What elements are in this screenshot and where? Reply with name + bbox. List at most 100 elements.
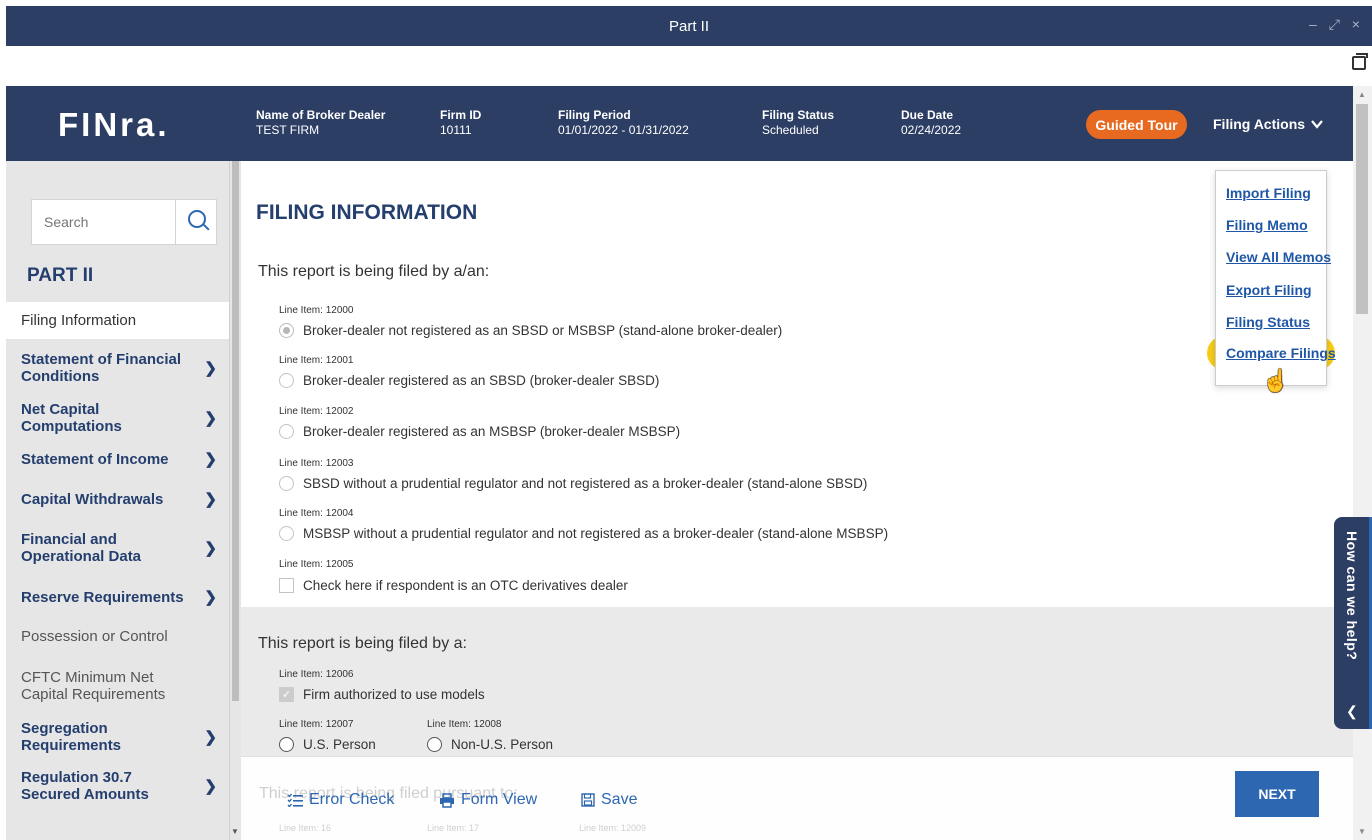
filing-actions-menu[interactable]: Filing Actions [1213,116,1323,132]
chevron-left-icon: ❮ [1346,703,1358,719]
header-field-filing-status: Filing Status Scheduled [762,108,834,138]
menu-item-filing-status[interactable]: Filing Status [1226,314,1310,330]
sidebar-item-regulation-30-7[interactable]: Regulation 30.7 Secured Amounts ❯ [6,757,229,815]
save-button[interactable]: Save [581,791,637,809]
error-check-button[interactable]: Error Check [287,791,394,809]
header-field-label: Filing Period [558,108,631,122]
scroll-down-arrow-icon[interactable]: ▼ [1358,827,1366,836]
radio-button[interactable] [279,526,294,541]
checklist-icon [287,793,303,807]
sidebar: PART II Filing Information Statement of … [6,161,229,840]
error-check-label: Error Check [309,791,395,808]
filing-actions-label: Filing Actions [1213,116,1306,132]
help-tab[interactable]: How can we help? ❮ [1334,517,1372,729]
header-field-label: Due Date [901,108,954,122]
radio-option-12004[interactable]: MSBSP without a prudential regulator and… [279,526,888,541]
radio-button[interactable] [279,737,294,752]
sidebar-item-filing-information[interactable]: Filing Information [6,302,229,339]
sidebar-item-label: Regulation 30.7 Secured Amounts [21,769,149,803]
radio-option-12000[interactable]: Broker-dealer not registered as an SBSD … [279,323,782,338]
section-filed-by-a-an: FILING INFORMATION This report is being … [241,161,1353,607]
radio-button[interactable] [279,476,294,491]
header-field-due-date: Due Date 02/24/2022 [901,108,961,138]
window-controls[interactable]: – ⤢ × [1309,16,1364,33]
search-input[interactable] [32,200,172,244]
chevron-right-icon: ❯ [204,778,217,795]
radio-option-non-us-person[interactable]: Non-U.S. Person [427,737,553,752]
radio-button[interactable] [279,323,294,338]
sidebar-item-statement-of-income[interactable]: Statement of Income ❯ [6,439,229,479]
window-titlebar: Part II – ⤢ × [6,6,1372,46]
line-item-label: Line Item: 12006 [279,669,354,680]
chevron-right-icon: ❯ [204,410,217,427]
sidebar-item-label: Segregation Requirements [21,720,122,754]
scroll-up-arrow-icon[interactable]: ▲ [1358,90,1366,99]
sidebar-scrollbar-thumb[interactable] [232,161,239,701]
sidebar-item-reserve-requirements[interactable]: Reserve Requirements ❯ [6,577,229,617]
radio-option-12001[interactable]: Broker-dealer registered as an SBSD (bro… [279,373,659,388]
menu-item-compare-filings[interactable]: Compare Filings [1226,345,1336,361]
line-item-label: Line Item: 12008 [427,719,502,730]
filing-actions-dropdown: Import Filing Filing Memo View All Memos… [1215,170,1336,386]
sidebar-title: PART II [27,265,94,286]
main-content: FILING INFORMATION This report is being … [241,161,1353,840]
sidebar-item-label: Statement of Financial Conditions [21,351,182,385]
menu-item-view-all-memos[interactable]: View All Memos [1226,249,1331,265]
checkbox-checked-icon[interactable]: ✓ [279,687,294,702]
option-label: Check here if respondent is an OTC deriv… [303,578,628,593]
sidebar-item-possession-or-control[interactable]: Possession or Control [6,617,229,655]
hand-cursor-icon: ☝ [1262,368,1290,393]
menu-item-import-filing[interactable]: Import Filing [1226,185,1311,201]
guided-tour-button[interactable]: Guided Tour [1086,110,1187,139]
chevron-right-icon: ❯ [204,540,217,557]
help-tab-label: How can we help? [1344,531,1360,661]
radio-option-12003[interactable]: SBSD without a prudential regulator and … [279,476,867,491]
page-scrollbar-thumb[interactable] [1356,104,1368,314]
checkbox-option-12006[interactable]: ✓ Firm authorized to use models [279,687,485,702]
scroll-down-arrow-icon[interactable]: ▼ [231,827,239,836]
chevron-down-icon [1311,120,1323,129]
menu-item-export-filing[interactable]: Export Filing [1226,282,1312,298]
radio-button[interactable] [427,737,442,752]
next-button[interactable]: NEXT [1235,771,1319,817]
header-field-label: Firm ID [440,108,482,122]
line-item-label: Line Item: 12002 [279,406,354,417]
header-field-value: 10111 [440,123,472,137]
header-field-value: 02/24/2022 [901,123,962,137]
form-view-button[interactable]: Form View [439,791,537,809]
chevron-right-icon: ❯ [204,451,217,468]
sidebar-item-label: Filing Information [21,312,137,329]
line-item-label: Line Item: 12004 [279,508,354,519]
sidebar-item-capital-withdrawals[interactable]: Capital Withdrawals ❯ [6,479,229,519]
app-header: FINra. Name of Broker Dealer TEST FIRM F… [6,86,1353,161]
radio-option-us-person[interactable]: U.S. Person [279,737,376,752]
sidebar-item-net-capital-computations[interactable]: Net Capital Computations ❯ [6,397,229,439]
sidebar-search [31,199,217,245]
sidebar-scrollbar[interactable]: ▼ [229,161,241,840]
footer-action-bar: This report is being filed pursuant to: … [241,756,1353,840]
checkbox-option-12005[interactable]: Check here if respondent is an OTC deriv… [279,578,628,593]
option-label: Broker-dealer registered as an MSBSP (br… [303,424,681,439]
header-field-firm-id: Firm ID 10111 [440,108,481,138]
radio-button[interactable] [279,424,294,439]
radio-button[interactable] [279,373,294,388]
line-item-label: Line Item: 16 [279,823,332,833]
chevron-right-icon: ❯ [204,589,217,606]
chevron-right-icon: ❯ [204,360,217,377]
sidebar-item-statement-of-financial-conditions[interactable]: Statement of Financial Conditions ❯ [6,339,229,397]
line-item-label: Line Item: 12000 [279,305,354,316]
option-label: Non-U.S. Person [451,737,554,752]
radio-option-12002[interactable]: Broker-dealer registered as an MSBSP (br… [279,424,680,439]
printer-icon [440,792,454,808]
window-title: Part II [668,17,709,35]
sidebar-item-financial-and-operational-data[interactable]: Financial and Operational Data ❯ [6,519,229,577]
sidebar-item-cftc-minimum-net-capital[interactable]: CFTC Minimum Net Capital Requirements [6,655,229,717]
search-icon[interactable] [175,200,217,244]
menu-item-filing-memo[interactable]: Filing Memo [1226,217,1308,233]
section-title: This report is being filed by a/an: [258,263,490,280]
popout-icon[interactable] [1352,53,1368,70]
option-label: U.S. Person [303,737,376,752]
sidebar-item-segregation-requirements[interactable]: Segregation Requirements ❯ [6,717,229,757]
chevron-right-icon: ❯ [204,729,217,746]
checkbox[interactable] [279,578,294,593]
